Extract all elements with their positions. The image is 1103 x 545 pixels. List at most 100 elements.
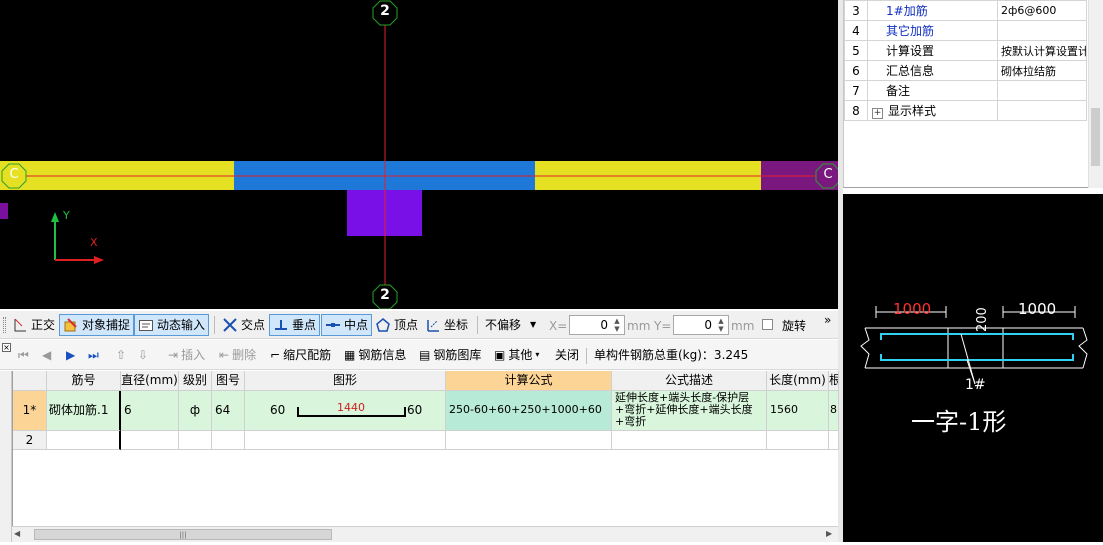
scale-rebar-button[interactable]: ⌐ 缩尺配筋 <box>270 346 331 364</box>
cell-description[interactable] <box>612 431 767 450</box>
property-row[interactable]: 4 其它加筋 <box>844 20 1087 41</box>
perpendicular-snap[interactable]: 垂点 <box>269 314 321 336</box>
cell-length[interactable]: 1560 <box>767 391 829 431</box>
orthogonal-toggle[interactable]: 正交 <box>9 314 58 336</box>
col-header-name[interactable]: 筋号 <box>47 371 121 391</box>
orthogonal-label: 正交 <box>31 318 56 332</box>
rotate-label: 旋转 <box>782 319 807 333</box>
property-value[interactable] <box>997 80 1087 101</box>
expand-icon[interactable]: + <box>872 108 883 119</box>
prev-record-icon[interactable]: ◀ <box>42 346 51 364</box>
x-coordinate-input[interactable]: 0 ▲ ▼ <box>569 315 625 335</box>
cell-formula[interactable]: 250-60+60+250+1000+60 <box>446 391 612 431</box>
preview-dim-right: 1000 <box>1018 300 1057 318</box>
property-row[interactable]: 6 汇总信息 砌体拉结筋 <box>844 60 1087 81</box>
rebar-grid[interactable]: 筋号 直径(mm) 级别 图号 图形 计算公式 公式描述 长度(mm) 根 1*… <box>12 371 839 526</box>
property-name-label: 计算设置 <box>886 44 935 58</box>
scroll-left-icon[interactable]: ◀ <box>14 529 20 538</box>
move-down-icon[interactable]: ⇩ <box>138 346 148 364</box>
last-record-icon[interactable]: ⏭ <box>88 346 99 364</box>
cell-count[interactable] <box>829 431 839 450</box>
property-name-label: 显示样式 <box>888 104 937 118</box>
midpoint-snap[interactable]: 中点 <box>321 314 373 336</box>
close-panel-icon[interactable]: × <box>2 343 11 352</box>
grid-horizontal-scrollbar[interactable]: ◀ ||| ▶ <box>12 526 838 542</box>
rebar-library-button[interactable]: ▤ 钢筋图库 <box>419 346 481 364</box>
row-header[interactable]: 2 <box>13 431 47 450</box>
col-header-count[interactable]: 根 <box>829 371 839 391</box>
scroll-thumb[interactable]: ||| <box>34 529 332 540</box>
property-scroll-thumb[interactable] <box>1091 108 1100 166</box>
property-row-number: 4 <box>844 20 868 41</box>
y-spinner-icon[interactable]: ▲ ▼ <box>715 317 727 333</box>
col-header-length[interactable]: 长度(mm) <box>767 371 829 391</box>
rebar-info-label: 钢筋信息 <box>358 348 407 362</box>
chevron-down-icon: ▼ <box>530 320 537 329</box>
cell-figure-no[interactable]: 64 <box>212 391 245 431</box>
first-record-icon[interactable]: ⏮ <box>18 346 29 364</box>
col-header-formula[interactable]: 计算公式 <box>446 371 612 391</box>
shape-diagram-icon <box>297 407 406 417</box>
offset-mode-value: 不偏移 <box>485 318 522 332</box>
col-header-description[interactable]: 公式描述 <box>612 371 767 391</box>
col-header-grade[interactable]: 级别 <box>179 371 212 391</box>
dynamic-input-label: 动态输入 <box>157 318 206 332</box>
cell-grade[interactable]: ф <box>179 391 212 431</box>
rotate-checkbox[interactable] <box>762 319 773 330</box>
property-row[interactable]: 8 + 显示样式 <box>844 100 1087 121</box>
rebar-shape-preview: 1000 1000 200 1# 一字-1形 <box>843 194 1103 542</box>
cell-shape[interactable] <box>245 431 446 450</box>
chevron-down-icon: ▾ <box>535 350 540 359</box>
property-scrollbar[interactable] <box>1088 0 1103 188</box>
y-field-label: Y= <box>654 319 672 333</box>
cell-name[interactable]: 砌体加筋.1 <box>47 391 121 431</box>
dynamic-input-icon <box>138 317 154 333</box>
toolbar-grip[interactable] <box>3 317 6 333</box>
col-header-shape[interactable]: 图形 <box>245 371 446 391</box>
object-snap-toggle[interactable]: 对象捕捉 <box>59 314 135 336</box>
property-value[interactable]: 砌体拉结筋 <box>997 60 1087 81</box>
offset-mode-select[interactable]: 不偏移 ▼ <box>482 314 544 336</box>
property-value[interactable] <box>997 100 1087 121</box>
scroll-right-icon[interactable]: ▶ <box>826 529 832 538</box>
cell-name[interactable] <box>47 431 121 450</box>
rebar-info-button[interactable]: ▦ 钢筋信息 <box>344 346 406 364</box>
other-menu-button[interactable]: ▣ 其他 ▾ <box>494 346 539 364</box>
preview-rebar-top <box>880 333 1074 340</box>
preview-rebar-bottom <box>880 354 1074 361</box>
close-button[interactable]: 关闭 <box>555 346 579 364</box>
next-record-icon[interactable]: ▶ <box>66 346 75 364</box>
cell-description[interactable]: 延伸长度+端头长度-保护层+弯折+延伸长度+端头长度+弯折 <box>612 391 767 431</box>
row-header[interactable]: 1* <box>13 391 47 431</box>
coordinate-snap[interactable]: 坐标 <box>422 314 471 336</box>
cad-drawing-canvas[interactable]: 2 2 C C Y X <box>0 0 838 309</box>
x-spinner-icon[interactable]: ▲ ▼ <box>611 317 623 333</box>
property-row[interactable]: 3 1#加筋 2ф6@600 <box>844 0 1087 21</box>
col-header-figure-no[interactable]: 图号 <box>212 371 245 391</box>
col-header-diameter[interactable]: 直径(mm) <box>121 371 179 391</box>
cell-formula[interactable] <box>446 431 612 450</box>
delete-button[interactable]: ⇤ 删除 <box>219 346 256 364</box>
cell-grade[interactable] <box>179 431 212 450</box>
cell-figure-no[interactable] <box>212 431 245 450</box>
vertex-snap[interactable]: 顶点 <box>372 314 421 336</box>
property-row[interactable]: 5 计算设置 按默认计算设置计算 <box>844 40 1087 61</box>
cell-diameter[interactable]: 6 <box>121 391 179 431</box>
move-up-icon[interactable]: ⇧ <box>116 346 126 364</box>
dynamic-input-toggle[interactable]: 动态输入 <box>134 314 210 336</box>
scale-rebar-label: 缩尺配筋 <box>283 348 332 362</box>
toolbar-separator <box>477 316 478 334</box>
toolbar-overflow-icon[interactable]: » <box>824 313 831 327</box>
cell-length[interactable] <box>767 431 829 450</box>
intersection-snap[interactable]: 交点 <box>219 314 268 336</box>
property-value[interactable]: 2ф6@600 <box>997 0 1087 21</box>
cell-diameter[interactable] <box>121 431 179 450</box>
property-value[interactable]: 按默认计算设置计算 <box>997 40 1087 61</box>
cell-count[interactable]: 8 <box>829 391 839 431</box>
property-value[interactable] <box>997 20 1087 41</box>
cell-shape[interactable]: 60 1440 60 <box>245 391 446 431</box>
insert-button[interactable]: ⇥ 插入 <box>168 346 205 364</box>
property-row[interactable]: 7 备注 <box>844 80 1087 101</box>
y-coordinate-input[interactable]: 0 ▲ ▼ <box>673 315 729 335</box>
property-name: 1#加筋 <box>867 0 998 21</box>
